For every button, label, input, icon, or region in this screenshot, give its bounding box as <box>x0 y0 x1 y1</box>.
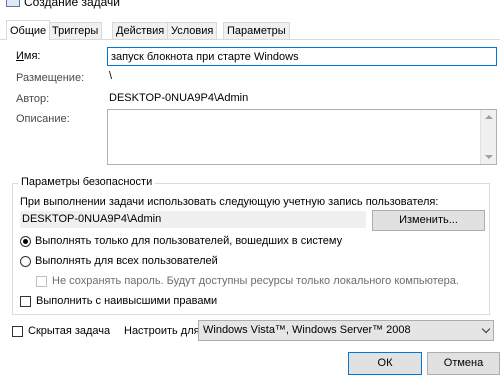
name-label: Имя: <box>16 50 41 62</box>
radio-selected-dot <box>23 239 28 244</box>
window-title: Создание задачи <box>24 0 120 9</box>
security-group-title: Параметры безопасности <box>18 176 156 188</box>
description-textarea[interactable] <box>107 109 497 165</box>
scroll-down-icon[interactable] <box>485 155 493 159</box>
dont-store-password-checkbox[interactable] <box>36 276 47 287</box>
scroll-up-icon[interactable] <box>485 115 493 119</box>
configure-for-label: Настроить для: <box>124 325 203 337</box>
tab-settings[interactable]: Параметры <box>223 22 290 39</box>
configure-for-value: Windows Vista™, Windows Server™ 2008 <box>203 324 411 336</box>
account-field: DESKTOP-0NUA9P4\Admin <box>20 211 366 228</box>
location-label: Размещение: <box>16 72 85 84</box>
tab-conditions[interactable]: Условия <box>167 22 218 39</box>
account-prompt: При выполнении задачи использовать следу… <box>20 196 439 208</box>
description-scrollbar[interactable] <box>480 110 496 164</box>
change-user-button-label: Изменить... <box>399 214 458 226</box>
account-value: DESKTOP-0NUA9P4\Admin <box>22 213 162 225</box>
name-input-value: запуск блокнота при старте Windows <box>111 51 299 63</box>
window-icon <box>6 0 20 7</box>
tab-actions[interactable]: Действия <box>112 22 169 39</box>
chevron-down-icon <box>481 324 491 334</box>
name-input[interactable]: запуск блокнота при старте Windows <box>107 47 497 66</box>
highest-privileges-checkbox[interactable] <box>20 296 31 307</box>
configure-for-select[interactable]: Windows Vista™, Windows Server™ 2008 <box>198 320 494 341</box>
description-label: Описание: <box>16 113 70 125</box>
radio-logged-on-only[interactable] <box>20 236 31 247</box>
ok-button[interactable]: ОК <box>348 352 422 375</box>
tab-general[interactable]: Общие <box>6 20 51 40</box>
ok-button-label: ОК <box>377 357 393 369</box>
author-label: Автор: <box>16 93 50 105</box>
author-value: DESKTOP-0NUA9P4\Admin <box>109 92 249 104</box>
radio-all-users[interactable] <box>20 256 31 267</box>
dont-store-password-label: Не сохранять пароль. Будут доступны ресу… <box>52 275 459 287</box>
change-user-button[interactable]: Изменить... <box>372 210 485 231</box>
hidden-task-label[interactable]: Скрытая задача <box>28 325 110 337</box>
hidden-task-checkbox[interactable] <box>12 326 23 337</box>
location-value: \ <box>109 70 113 82</box>
tab-triggers[interactable]: Триггеры <box>48 22 103 39</box>
highest-privileges-label[interactable]: Выполнить с наивысшими правами <box>36 295 217 307</box>
cancel-button[interactable]: Отмена <box>427 352 500 375</box>
radio-all-users-label[interactable]: Выполнять для всех пользователей <box>35 255 218 267</box>
cancel-button-label: Отмена <box>443 357 484 369</box>
radio-logged-on-only-label[interactable]: Выполнять только для пользователей, воше… <box>35 235 342 247</box>
